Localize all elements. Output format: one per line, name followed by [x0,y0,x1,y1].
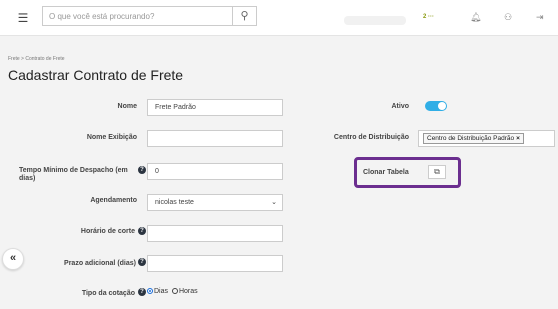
agendamento-select[interactable]: nicolas teste ⌄ [147,194,283,211]
tipo-cotacao-label: Tipo da cotação [81,290,135,297]
nome-exibicao-field[interactable] [147,130,283,147]
nome-label: Nome [117,103,137,110]
agendamento-value: nicolas teste [155,199,194,206]
tipo-cotacao-help-icon[interactable]: ? [138,288,146,296]
page-content: Frete > Contrato de Frete Cadastrar Cont… [0,37,558,309]
user-info-pill [344,16,406,25]
ativo-label: Ativo [391,103,410,110]
nome-exibicao-label: Nome Exibição [86,134,137,141]
tempo-minimo-field[interactable]: 0 [147,163,283,180]
hamburger-icon[interactable]: ☰ [14,10,32,26]
prazo-adicional-label: Prazo adicional (dias) [64,260,136,267]
ativo-toggle[interactable] [425,101,447,111]
radio-horas[interactable] [171,288,178,294]
nome-field[interactable]: Frete Padrão [147,99,283,116]
horario-corte-label: Horário de corte [80,228,135,235]
radio-horas-label: Horas [178,288,198,295]
tipo-cotacao-radios: Dias Horas [147,288,198,295]
radio-dias-label: Dias [154,288,169,295]
prazo-adicional-help-icon[interactable]: ? [138,258,146,266]
tempo-minimo-help-icon[interactable]: ? [138,166,146,174]
centro-distribuicao-chip: Centro de Distribuição Padrão × [423,133,524,144]
tempo-minimo-label: Tempo Mínimo de Despacho (em dias) [19,167,128,182]
clonar-tabela-label: Clonar Tabela [363,169,409,176]
search-box: ⚲ [42,6,257,26]
chip-label: Centro de Distribuição Padrão [427,135,515,142]
notification-count: 2 ··· [423,14,434,20]
horario-corte-help-icon[interactable]: ? [138,227,146,235]
breadcrumb: Frete > Contrato de Frete [8,56,65,62]
collapse-sidebar-button[interactable]: « [2,248,24,270]
prazo-adicional-field[interactable] [147,255,283,272]
top-bar: ☰ ⚲ 2 ··· 🔔︎ ⚇ ⇥ [0,0,558,36]
search-input[interactable] [43,7,233,25]
users-icon[interactable]: ⚇ [504,12,512,23]
agendamento-label: Agendamento [90,197,137,204]
chip-remove-icon[interactable]: × [516,135,520,142]
centro-distribuicao-label: Centro de Distribuição [333,134,409,141]
logout-icon[interactable]: ⇥ [536,12,544,23]
horario-corte-field[interactable] [147,225,283,242]
bell-icon[interactable]: 🔔︎ [470,12,481,23]
page-title: Cadastrar Contrato de Frete [8,67,184,83]
search-icon[interactable]: ⚲ [232,7,256,25]
copy-icon[interactable]: ⧉ [428,165,446,179]
toggle-knob [438,102,446,110]
radio-dias[interactable] [147,288,153,294]
chevron-down-icon: ⌄ [271,199,277,206]
